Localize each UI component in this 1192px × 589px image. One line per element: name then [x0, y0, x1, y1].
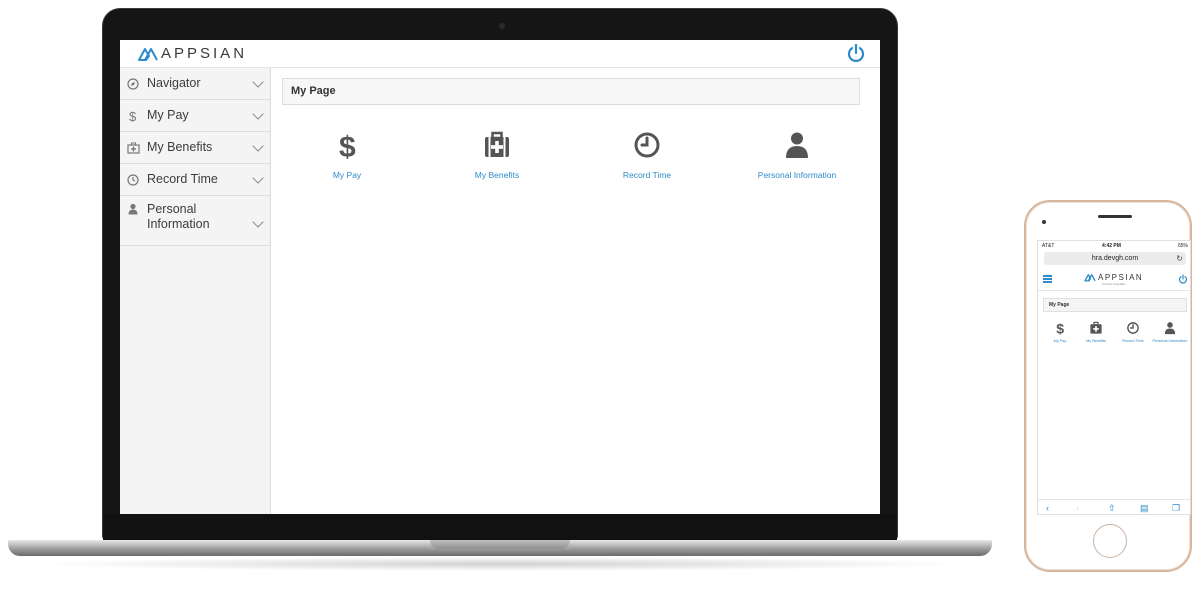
- carrier-label: AT&T: [1042, 243, 1055, 249]
- user-icon: [1164, 322, 1176, 335]
- tile-label: Personal Information: [1152, 339, 1188, 343]
- chevron-down-icon: [252, 75, 264, 88]
- tile-label: My Benefits: [474, 170, 520, 180]
- phone-status-bar: AT&T 4:42 PM 65%: [1038, 241, 1190, 251]
- chevron-down-icon: [252, 216, 264, 228]
- tile-my-pay[interactable]: $ My Pay: [282, 130, 412, 180]
- phone-app-header: APPSIAN Formerly GreyHeller: [1038, 269, 1190, 291]
- sidebar-item-personal-information[interactable]: Personal Information: [120, 196, 270, 246]
- battery-label: 65%: [1177, 243, 1188, 249]
- app-header: APPSIAN: [120, 40, 880, 68]
- browser-toolbar: ‹ › ⇧ ▤ ❐: [1038, 499, 1190, 514]
- chevron-down-icon: [252, 139, 264, 152]
- phone-speaker: [1098, 215, 1132, 218]
- tile-my-pay[interactable]: $ My Pay: [1042, 321, 1078, 344]
- dollar-icon: $: [1056, 321, 1064, 335]
- tile-label: My Pay: [332, 170, 362, 180]
- sidebar-item-my-pay[interactable]: $ My Pay: [120, 100, 270, 132]
- appsian-logo-icon: [138, 47, 158, 61]
- sidebar-item-label: My Pay: [147, 108, 189, 122]
- reload-icon[interactable]: ↻: [1176, 252, 1183, 265]
- tile-label: Record Time: [622, 170, 672, 180]
- bookmarks-icon[interactable]: ▤: [1140, 503, 1149, 514]
- chevron-down-icon: [252, 107, 264, 120]
- brand-subtitle: Formerly GreyHeller: [1102, 283, 1126, 286]
- phone-frame: AT&T 4:42 PM 65% hra.devgh.com ↻ APPSIAN…: [1024, 200, 1192, 572]
- sidebar-item-my-benefits[interactable]: My Benefits: [120, 132, 270, 164]
- laptop-screen: APPSIAN Navigator $ My Pay My Benefits R…: [120, 40, 880, 514]
- forward-icon[interactable]: ›: [1076, 503, 1079, 513]
- phone-camera: [1042, 220, 1046, 224]
- tabs-icon[interactable]: ❐: [1172, 503, 1180, 514]
- sidebar-item-label: Record Time: [147, 172, 218, 186]
- home-button[interactable]: [1093, 524, 1127, 558]
- sidebar-item-label: Personal Information: [147, 202, 210, 231]
- svg-text:$: $: [1056, 321, 1064, 335]
- tile-personal-information[interactable]: Personal Information: [732, 130, 862, 180]
- chevron-down-icon: [252, 171, 264, 184]
- appsian-logo[interactable]: APPSIAN: [1084, 273, 1143, 282]
- dollar-icon: $: [339, 131, 356, 160]
- tile-personal-information[interactable]: Personal Information: [1152, 321, 1188, 344]
- appsian-logo[interactable]: APPSIAN: [138, 45, 247, 62]
- page-title: My Page: [282, 78, 860, 105]
- tile-my-benefits[interactable]: My Benefits: [432, 130, 562, 180]
- phone-screen: AT&T 4:42 PM 65% hra.devgh.com ↻ APPSIAN…: [1037, 240, 1191, 515]
- medical-kit-icon: [1090, 321, 1102, 334]
- tile-label: My Benefits: [1086, 339, 1106, 343]
- medical-kit-icon: [126, 141, 140, 155]
- medical-kit-icon: [485, 131, 509, 157]
- svg-text:$: $: [129, 109, 137, 123]
- hamburger-menu-icon[interactable]: [1043, 275, 1052, 283]
- laptop-notch: [430, 540, 570, 549]
- laptop-chin: [103, 514, 897, 540]
- power-icon[interactable]: [846, 43, 866, 63]
- sidebar-item-record-time[interactable]: Record Time: [120, 164, 270, 196]
- user-icon: [126, 202, 140, 216]
- sidebar-nav: Navigator $ My Pay My Benefits Record Ti…: [120, 68, 271, 514]
- clock-icon: [1127, 322, 1139, 334]
- brand-name: APPSIAN: [161, 45, 248, 62]
- page-title: My Page: [1043, 298, 1187, 312]
- tile-my-benefits[interactable]: My Benefits: [1078, 321, 1114, 344]
- dollar-icon: $: [126, 109, 140, 123]
- svg-text:$: $: [339, 131, 356, 160]
- clock-icon: [634, 132, 660, 158]
- compass-icon: [126, 77, 140, 91]
- share-icon[interactable]: ⇧: [1108, 503, 1116, 514]
- status-time: 4:42 PM: [1102, 243, 1121, 249]
- laptop-shadow: [30, 557, 970, 571]
- url-text: hra.devgh.com: [1091, 255, 1139, 262]
- appsian-logo-icon: [1084, 274, 1096, 282]
- clock-icon: [126, 173, 140, 187]
- back-icon[interactable]: ‹: [1046, 503, 1049, 513]
- tile-label: Record Time: [1122, 339, 1144, 343]
- sidebar-item-navigator[interactable]: Navigator: [120, 68, 270, 100]
- power-icon[interactable]: [1178, 274, 1188, 284]
- laptop-camera: [499, 23, 505, 29]
- main-content: My Page $ My Pay My Benefits Record Time…: [271, 68, 880, 514]
- tile-record-time[interactable]: Record Time: [1115, 321, 1151, 344]
- user-icon: [786, 132, 808, 158]
- tile-label: My Pay: [1053, 339, 1067, 343]
- tile-label: Personal Information: [757, 170, 837, 180]
- brand-name: APPSIAN: [1098, 273, 1144, 282]
- sidebar-item-label: Navigator: [147, 76, 201, 90]
- tile-record-time[interactable]: Record Time: [582, 130, 712, 180]
- address-bar[interactable]: hra.devgh.com ↻: [1044, 252, 1186, 265]
- sidebar-item-label: My Benefits: [147, 140, 213, 154]
